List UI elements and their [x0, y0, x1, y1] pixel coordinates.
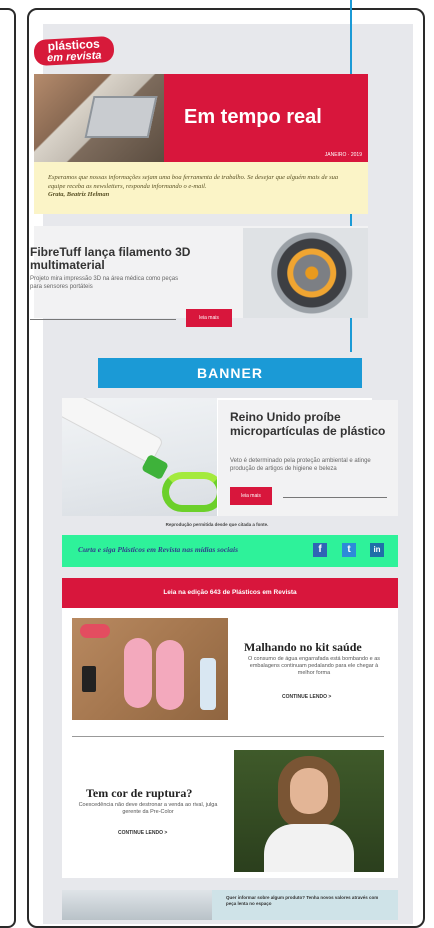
dumbbell-shape	[80, 624, 110, 638]
facebook-icon[interactable]: f	[313, 543, 327, 557]
intro-signoff: Grata, Beatriz Helman	[48, 191, 110, 198]
phone-shape	[82, 666, 96, 692]
filament-spool-image[interactable]	[243, 228, 368, 318]
edition-article-description: Coexcedência não deve destronar a venda …	[78, 802, 218, 815]
divider	[30, 319, 176, 320]
gel-swirl-shape	[162, 472, 217, 512]
laptop-image	[84, 96, 158, 138]
twitter-icon[interactable]: t	[342, 543, 356, 557]
bottom-teaser-image[interactable]	[62, 890, 212, 920]
bottom-teaser-text[interactable]: Quer informar sobre algum produto? Tenha…	[226, 895, 386, 907]
woman-portrait-image[interactable]	[234, 750, 384, 872]
continue-reading-link[interactable]: CONTINUE LENDO >	[282, 694, 331, 700]
sneaker-shape	[124, 638, 152, 708]
intro-message: Esperamos que nossas informações sejam u…	[34, 162, 368, 214]
hero-header: Em tempo real JANEIRO · 2019	[34, 74, 368, 162]
social-text: Curta e siga Plásticos em Revista nas mí…	[78, 545, 239, 554]
hero-title: Em tempo real	[184, 106, 322, 128]
edition-article-title[interactable]: Malhando no kit saúde	[244, 640, 362, 655]
face-shape	[290, 768, 328, 814]
edition-article-description: O consumo de água engarrafada está bomba…	[247, 656, 381, 676]
article-description: Veto é determinado pela proteção ambient…	[230, 458, 371, 472]
reproduction-note: Reprodução permitida desde que citada a …	[165, 522, 269, 527]
article-title[interactable]: Reino Unido proíbe micropartículas de pl…	[230, 410, 400, 438]
edition-heading: Leia na edição 643 de Plásticos em Revis…	[62, 578, 398, 608]
divider	[72, 736, 384, 737]
edition-article-title[interactable]: Tem cor de ruptura?	[86, 786, 192, 801]
water-bottle-shape	[200, 658, 216, 710]
toothpaste-image[interactable]	[62, 398, 217, 516]
shirt-shape	[264, 824, 354, 872]
banner-label[interactable]: BANNER	[98, 358, 362, 388]
article-description: Projeto mira impressão 3D na área médica…	[30, 276, 179, 290]
fitness-kit-image[interactable]	[72, 618, 228, 720]
article-title[interactable]: FibreTuff lança filamento 3D multimateri…	[30, 246, 210, 272]
continue-reading-link[interactable]: CONTINUE LENDO >	[118, 830, 167, 836]
hero-date: JANEIRO · 2019	[324, 152, 362, 158]
intro-text: Esperamos que nossas informações sejam u…	[48, 174, 339, 190]
linkedin-icon[interactable]: in	[370, 543, 384, 557]
hero-laptop-photo	[34, 74, 164, 162]
sneaker-shape	[156, 640, 184, 710]
logo[interactable]: plásticos em revista	[33, 35, 115, 67]
divider	[283, 497, 387, 498]
read-more-button[interactable]: leia mais	[230, 487, 272, 505]
read-more-button[interactable]: leia mais	[186, 309, 232, 327]
left-panel-edge	[0, 8, 16, 928]
